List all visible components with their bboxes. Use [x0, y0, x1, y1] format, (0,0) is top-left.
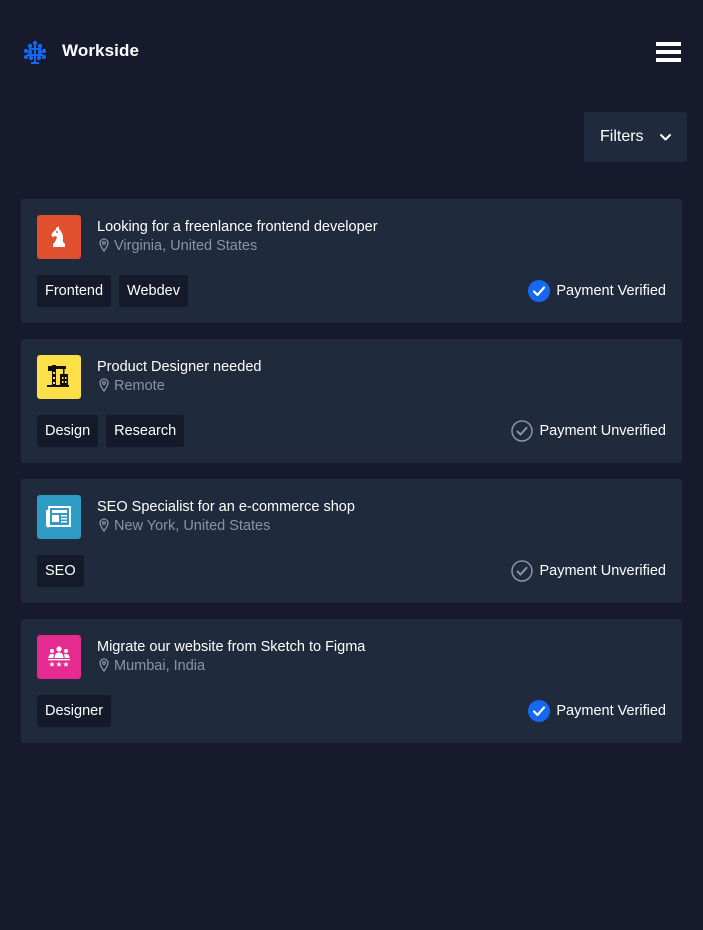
payment-status-text: Payment Unverified — [539, 423, 666, 439]
job-location-text: Virginia, United States — [114, 238, 258, 254]
chess-knight-icon — [51, 226, 65, 247]
hamburger-icon[interactable] — [656, 42, 682, 63]
job-card[interactable]: Migrate our website from Sketch to Figma… — [21, 619, 682, 743]
tag-designer[interactable]: Designer — [37, 695, 112, 727]
unverified-check-icon — [511, 560, 534, 582]
brand-name[interactable]: Workside — [62, 41, 139, 61]
chevron-down-icon — [660, 134, 671, 141]
job-logo — [37, 355, 81, 399]
job-location-text: Remote — [114, 378, 165, 394]
filters-dropdown[interactable]: Filters — [584, 112, 687, 162]
tag-seo[interactable]: SEO — [37, 555, 84, 587]
job-location: Virginia, United States — [97, 238, 257, 254]
location-pin-icon — [99, 238, 109, 252]
job-title[interactable]: SEO Specialist for an e-commerce shop — [97, 499, 355, 515]
job-location: New York, United States — [97, 518, 270, 534]
payment-status: Payment Verified — [528, 700, 666, 722]
tag-design[interactable]: Design — [37, 415, 99, 447]
tag-webdev[interactable]: Webdev — [119, 275, 188, 307]
tag-research[interactable]: Research — [106, 415, 185, 447]
location-pin-icon — [99, 658, 109, 672]
unverified-check-icon — [511, 420, 534, 442]
job-logo — [37, 495, 81, 539]
payment-status-text: Payment Verified — [556, 703, 666, 719]
job-location-text: Mumbai, India — [114, 658, 206, 674]
crane-icon — [47, 365, 69, 387]
location-pin-icon — [99, 518, 109, 532]
payment-status: Payment Unverified — [511, 420, 666, 442]
verified-check-icon — [528, 700, 551, 722]
tag-list: Frontend Webdev — [37, 275, 188, 307]
job-logo — [37, 215, 81, 259]
payment-status: Payment Verified — [528, 280, 666, 302]
payment-status-text: Payment Unverified — [539, 563, 666, 579]
team-rating-icon — [48, 646, 70, 667]
tag-list: SEO — [37, 555, 84, 587]
tag-list: Designer — [37, 695, 112, 727]
tag-list: Design Research — [37, 415, 185, 447]
payment-status: Payment Unverified — [511, 560, 666, 582]
job-title[interactable]: Migrate our website from Sketch to Figma — [97, 639, 365, 655]
verified-check-icon — [528, 280, 551, 302]
job-card[interactable]: Looking for a freenlance frontend develo… — [21, 199, 682, 323]
job-location: Mumbai, India — [97, 658, 205, 674]
location-pin-icon — [99, 378, 109, 392]
job-location-text: New York, United States — [114, 518, 271, 534]
job-list: Looking for a freenlance frontend develo… — [21, 199, 682, 759]
tag-frontend[interactable]: Frontend — [37, 275, 112, 307]
job-title[interactable]: Looking for a freenlance frontend develo… — [97, 219, 378, 235]
newspaper-icon — [46, 506, 71, 528]
app-header: Workside — [0, 0, 703, 104]
tree-icon[interactable] — [22, 40, 48, 66]
job-card[interactable]: SEO Specialist for an e-commerce shop Ne… — [21, 479, 682, 603]
filters-label: Filters — [600, 128, 644, 145]
job-logo — [37, 635, 81, 679]
payment-status-text: Payment Verified — [556, 283, 666, 299]
job-card[interactable]: Product Designer needed Remote Design Re… — [21, 339, 682, 463]
job-title[interactable]: Product Designer needed — [97, 359, 261, 375]
job-location: Remote — [97, 378, 165, 394]
